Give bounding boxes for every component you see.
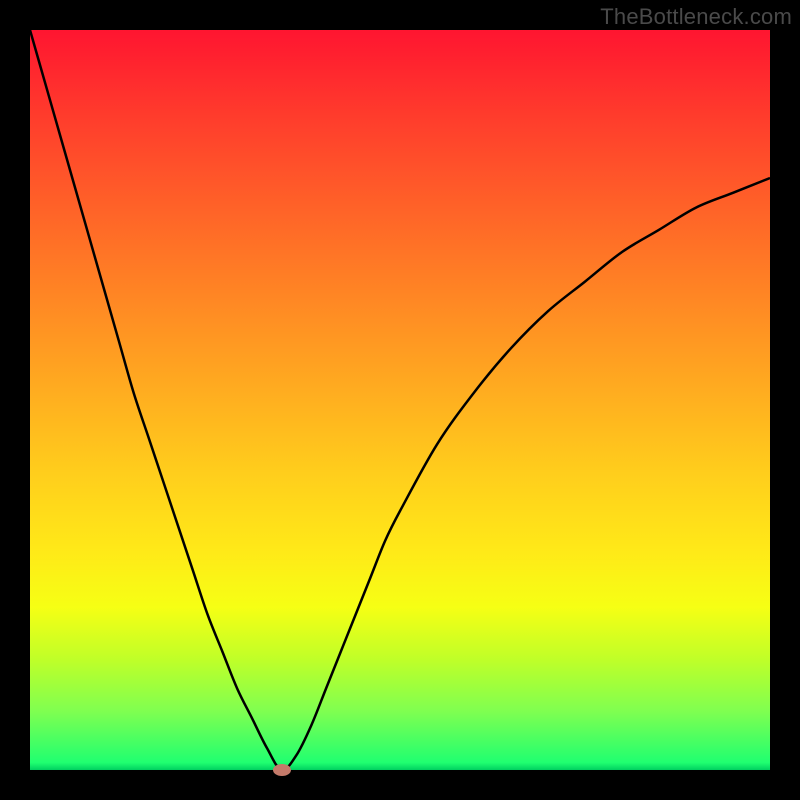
chart-frame: TheBottleneck.com	[0, 0, 800, 800]
optimum-marker	[273, 764, 291, 776]
plot-area	[30, 30, 770, 770]
bottleneck-curve	[30, 30, 770, 770]
watermark-text: TheBottleneck.com	[600, 4, 792, 30]
